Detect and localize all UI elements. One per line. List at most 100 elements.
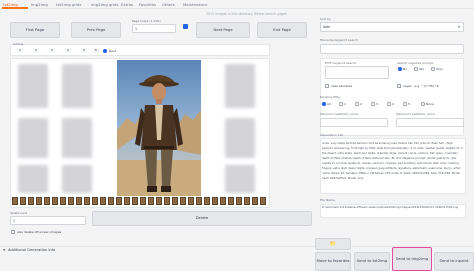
generation-info-text: close, very sharp portrait,harrison ford… xyxy=(322,141,464,180)
selected-image-preview[interactable] xyxy=(117,60,201,196)
delete-next-input[interactable]: 1 xyxy=(10,216,86,225)
thumbnail[interactable] xyxy=(44,197,50,205)
ranking-2-radio[interactable] xyxy=(355,102,359,106)
filename-search-input[interactable] xyxy=(320,44,464,54)
thumbnail[interactable] xyxy=(252,197,258,205)
thumbnail[interactable] xyxy=(188,197,194,205)
thumbnail[interactable] xyxy=(84,197,90,205)
tab-txt2img-grids[interactable]: txt2img grids xyxy=(56,2,81,7)
gallery-tile[interactable] xyxy=(225,64,255,108)
pager-page-5[interactable]: 5 xyxy=(81,48,87,53)
gallery-tile[interactable] xyxy=(62,118,92,158)
gallery-tile[interactable] xyxy=(18,165,48,193)
thumbnail[interactable] xyxy=(28,197,34,205)
pager-page-1[interactable]: 1 xyxy=(17,48,23,53)
gallery-tile[interactable] xyxy=(225,118,255,158)
thumbnail[interactable] xyxy=(68,197,74,205)
case-sensitive-checkbox[interactable] xyxy=(325,84,329,88)
tab-favorites[interactable]: Favorites xyxy=(139,2,156,7)
thumbnail[interactable] xyxy=(212,197,218,205)
thumbnail[interactable] xyxy=(12,197,18,205)
thumbnail[interactable] xyxy=(108,197,114,205)
tab-img2img-grids[interactable]: img2img grids xyxy=(91,2,118,7)
pager-page-2[interactable]: 2 xyxy=(33,48,39,53)
send-to-img2img-button[interactable]: Send to img2img xyxy=(392,247,432,271)
filename-search-label: Filename keyword search xyxy=(320,38,359,42)
next-page-button[interactable]: Next Page xyxy=(196,22,250,38)
negative-only-radio[interactable] xyxy=(431,67,435,71)
collapse-triangle-icon[interactable]: ▼ xyxy=(3,248,5,252)
gallery-tile[interactable] xyxy=(62,64,92,108)
thumbnail[interactable] xyxy=(172,197,178,205)
send-to-inpaint-button[interactable]: Send to inpaint xyxy=(434,252,474,271)
thumbnail[interactable] xyxy=(116,197,122,205)
thumbnail[interactable] xyxy=(228,197,234,205)
thumbnail[interactable] xyxy=(236,197,242,205)
negative-yes-radio[interactable] xyxy=(414,67,418,71)
tab-bar: txt2img img2img txt2img grids img2img gr… xyxy=(0,0,474,9)
ranking-1-radio[interactable] xyxy=(339,102,343,106)
also-delete-checkbox[interactable] xyxy=(11,230,15,234)
move-to-favorites-button[interactable]: Move to favorites xyxy=(315,252,351,271)
pager-page-3[interactable]: 3 xyxy=(49,48,55,53)
thumbnail[interactable] xyxy=(180,197,186,205)
thumbnail[interactable] xyxy=(196,197,202,205)
negative-no-label: No xyxy=(403,67,408,71)
thumbnail[interactable] xyxy=(204,197,210,205)
thumbnail[interactable] xyxy=(140,197,146,205)
thumbnail[interactable] xyxy=(124,197,130,205)
thumbnail[interactable] xyxy=(100,197,106,205)
first-page-button[interactable]: First Page xyxy=(10,22,60,38)
thumbnail[interactable] xyxy=(92,197,98,205)
gallery-tile[interactable] xyxy=(62,165,92,193)
negative-no-radio[interactable] xyxy=(398,67,402,71)
ranking-all-radio[interactable] xyxy=(322,102,326,106)
min-aesthetic-input[interactable] xyxy=(320,118,388,127)
thumbnail[interactable] xyxy=(164,197,170,205)
prev-page-button[interactable]: Prev Page xyxy=(71,22,121,38)
delete-button[interactable]: Delete xyxy=(92,211,312,226)
tab-others[interactable]: Others xyxy=(162,2,175,7)
thumbnail[interactable] xyxy=(132,197,138,205)
pager-page-4[interactable]: 4 xyxy=(65,48,71,53)
page-index-checkbox[interactable] xyxy=(183,24,188,29)
tab-extras[interactable]: Extras xyxy=(121,2,133,7)
thumbnail[interactable] xyxy=(36,197,42,205)
favorite-button[interactable]: 📁 xyxy=(315,238,351,250)
thumbnail-strip xyxy=(12,197,268,205)
tab-maintenance[interactable]: Maintenance xyxy=(183,2,207,7)
page-index-value: 1 xyxy=(135,26,138,31)
thumbnail[interactable] xyxy=(76,197,82,205)
max-aesthetic-label: Maximum aesthetic_score xyxy=(396,112,436,116)
max-aesthetic-input[interactable] xyxy=(396,118,464,127)
thumbnail[interactable] xyxy=(148,197,154,205)
exif-search-input[interactable] xyxy=(325,66,389,79)
thumbnail[interactable] xyxy=(156,197,162,205)
regex-checkbox[interactable] xyxy=(397,84,401,88)
ranking-5-radio[interactable] xyxy=(403,102,407,106)
thumbnail[interactable] xyxy=(20,197,26,205)
chevron-down-icon: ▾ xyxy=(457,24,460,29)
additional-info-toggle[interactable]: Additional Generation Info xyxy=(8,248,55,252)
thumbnail[interactable] xyxy=(220,197,226,205)
thumbnail[interactable] xyxy=(52,197,58,205)
gallery-tile[interactable] xyxy=(18,64,48,108)
thumbnail[interactable] xyxy=(60,197,66,205)
ranking-3-radio[interactable] xyxy=(371,102,375,106)
page-index-input[interactable]: 1 xyxy=(132,24,176,33)
ranking-4-radio[interactable] xyxy=(387,102,391,106)
end-page-button[interactable]: End Page xyxy=(257,22,307,38)
pager-next-radio[interactable] xyxy=(103,49,107,53)
ranking-none-radio[interactable] xyxy=(421,102,425,106)
ranking-2-label: 2 xyxy=(360,102,362,106)
sort-select[interactable]: date ▾ xyxy=(320,22,464,32)
thumbnail[interactable] xyxy=(260,197,266,205)
send-to-txt2img-button[interactable]: Send to txt2img xyxy=(354,252,390,271)
tab-img2img[interactable]: img2img xyxy=(31,2,48,7)
pager-page-6[interactable]: 6 xyxy=(93,48,99,53)
ranking-3-label: 3 xyxy=(376,102,378,106)
thumbnail[interactable] xyxy=(244,197,250,205)
delete-next-label: delete next xyxy=(10,211,28,215)
gallery-tile[interactable] xyxy=(225,165,255,193)
gallery-tile[interactable] xyxy=(18,118,48,158)
